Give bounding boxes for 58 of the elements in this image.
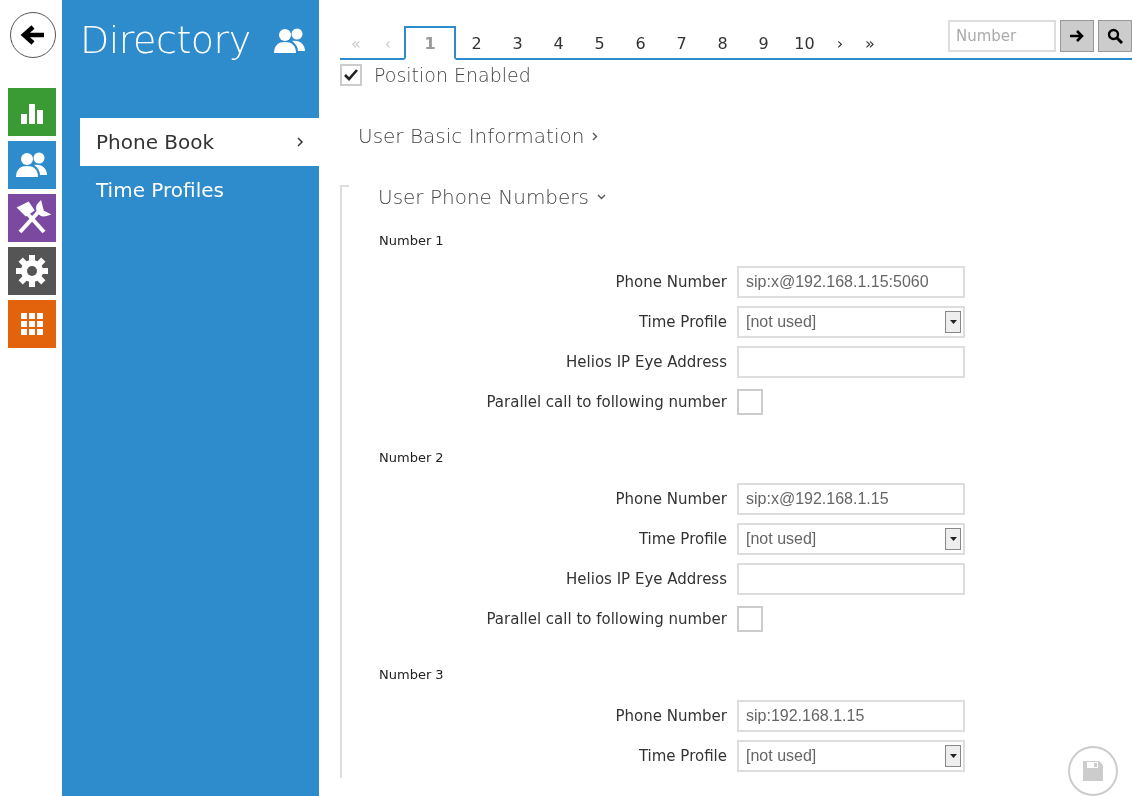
page-tab[interactable]: 3 [497,26,538,60]
group-title: Number 2 [379,450,445,465]
text-field[interactable]: sip:192.168.1.15 [737,700,965,732]
back-button[interactable] [10,12,56,58]
chevron-down-icon [597,194,606,200]
checkbox[interactable] [737,389,763,415]
dropdown-field[interactable]: [not used] [737,523,965,555]
sidebar-item[interactable]: Phone Book [80,118,319,166]
page-tab[interactable]: 7 [661,26,702,60]
arrow-left-icon [20,24,46,46]
field-label: Parallel call to following number [485,610,728,628]
field-label: Parallel call to following number [485,393,728,411]
field-label: Helios IP Eye Address [565,353,728,371]
page-tab[interactable]: 2 [456,26,497,60]
group-title: Number 1 [379,233,445,248]
gear-icon[interactable] [8,247,56,295]
page-title: Directory [80,18,251,62]
chevron-right-icon [297,137,303,147]
dropdown-field[interactable]: [not used] [737,306,965,338]
go-button[interactable] [1060,20,1094,52]
field-label: Phone Number [614,273,728,291]
page-tab[interactable]: 10 [784,26,825,60]
checkmark-icon [344,69,358,81]
field-label: Phone Number [614,707,728,725]
page-tab[interactable]: 5 [579,26,620,60]
page-tab[interactable]: 9 [743,26,784,60]
sidebar-item[interactable]: Time Profiles [80,166,319,214]
people-icon[interactable] [8,141,56,189]
grid-icon[interactable] [8,300,56,348]
page-tab[interactable]: 8 [702,26,743,60]
checkbox[interactable] [737,606,763,632]
text-field[interactable] [737,563,965,595]
text-field[interactable]: sip:x@192.168.1.15:5060 [737,266,965,298]
section-header[interactable]: User Basic Information [358,124,1132,148]
page-tab[interactable]: 6 [620,26,661,60]
field-label: Time Profile [637,530,728,548]
text-field[interactable] [737,346,965,378]
field-label: Time Profile [637,747,728,765]
search-icon [1107,28,1123,44]
pager-button[interactable]: › [825,26,855,60]
save-icon [1081,759,1105,783]
search-button[interactable] [1098,20,1132,52]
field-label: Phone Number [614,490,728,508]
number-field[interactable]: Number [948,20,1056,52]
page-tab[interactable]: 4 [538,26,579,60]
text-field[interactable]: sip:x@192.168.1.15 [737,483,965,515]
dropdown-field[interactable]: [not used] [737,740,965,772]
arrow-right-icon [1069,29,1085,43]
pager-button[interactable]: » [855,26,885,60]
section-header[interactable]: User Phone Numbers [378,185,1132,209]
field-label: Time Profile [637,313,728,331]
bar-chart-icon[interactable] [8,88,56,136]
field-label: Helios IP Eye Address [565,570,728,588]
checkbox-label: Position Enabled [374,64,531,86]
tools-icon[interactable] [8,194,56,242]
checkbox[interactable] [340,64,362,86]
chevron-right-icon [592,131,599,141]
group-title: Number 3 [379,667,445,682]
